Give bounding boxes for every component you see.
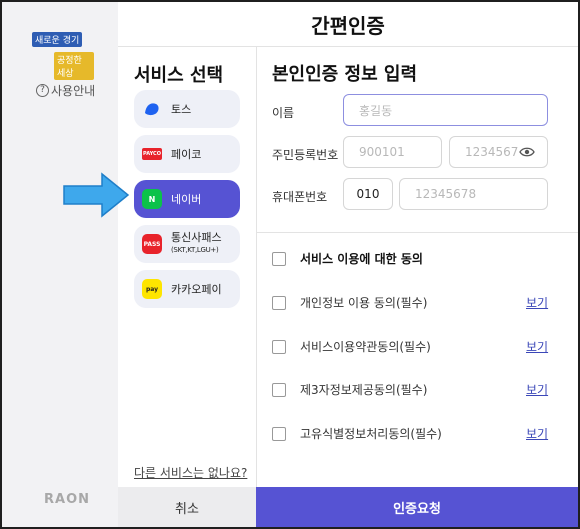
consent-view-link[interactable]: 보기: [526, 294, 548, 311]
service-heading: 서비스 선택: [134, 65, 224, 86]
consent-view-link[interactable]: 보기: [526, 425, 548, 442]
phone-input[interactable]: 12345678: [399, 178, 548, 210]
name-label: 이름: [272, 106, 295, 120]
service-label: 통신사패스: [171, 231, 222, 244]
info-heading: 본인인증 정보 입력: [272, 64, 418, 85]
consent-checkbox[interactable]: [272, 426, 286, 441]
logo-line-1: 새로운 경기: [32, 32, 83, 47]
consent-view-link[interactable]: 보기: [526, 338, 548, 355]
agree-all-checkbox[interactable]: [272, 251, 286, 266]
consent-item[interactable]: 서비스이용약관동의(필수): [272, 338, 431, 355]
service-column: 서비스 선택 토스 PAYCO 페이코 N 네이버 PASS 통신사패스 (SK…: [118, 46, 257, 487]
page-title: 간편인증: [118, 2, 578, 47]
service-label: 토스: [171, 103, 192, 116]
consent-item[interactable]: 개인정보 이용 동의(필수): [272, 294, 427, 311]
rrn-back-placeholder: 1234567: [465, 145, 519, 159]
consent-checkbox[interactable]: [272, 339, 286, 354]
auth-window: 새로운 경기 공정한 세상 ? 사용안내 RAON 간편인증 서비스 선택 토스…: [0, 0, 580, 529]
gyeonggi-logo: 새로운 경기 공정한 세상: [32, 32, 94, 80]
pointer-arrow-icon: [63, 172, 130, 218]
service-label: 페이코: [171, 148, 202, 161]
guide-link[interactable]: ? 사용안내: [36, 82, 95, 99]
service-label: 네이버: [171, 193, 202, 206]
consent-label: 서비스이용약관동의(필수): [300, 340, 431, 354]
payco-icon: PAYCO: [142, 148, 162, 160]
consent-checkbox[interactable]: [272, 295, 286, 310]
consent-label: 개인정보 이용 동의(필수): [300, 296, 428, 310]
left-sidebar: 새로운 경기 공정한 세상 ? 사용안내 RAON: [2, 2, 118, 527]
consent-label: 제3자정보제공동의(필수): [300, 383, 428, 397]
rrn-label: 주민등록번호: [272, 148, 339, 162]
consent-checkbox[interactable]: [272, 382, 286, 397]
service-kakaopay[interactable]: pay 카카오페이: [134, 270, 240, 308]
submit-button[interactable]: 인증요청: [256, 487, 578, 527]
consent-item[interactable]: 제3자정보제공동의(필수): [272, 381, 427, 398]
logo-line-2: 공정한 세상: [54, 52, 94, 80]
eye-icon[interactable]: [519, 145, 535, 159]
other-services-link[interactable]: 다른 서비스는 없나요?: [134, 464, 247, 481]
consent-view-link[interactable]: 보기: [526, 381, 548, 398]
rrn-back-input[interactable]: 1234567: [449, 136, 548, 168]
pass-icon: PASS: [142, 234, 162, 254]
toss-icon: [142, 99, 162, 119]
service-toss[interactable]: 토스: [134, 90, 240, 128]
carrier-select[interactable]: 010: [343, 178, 393, 210]
guide-label: 사용안내: [51, 84, 96, 98]
cancel-button[interactable]: 취소: [118, 487, 256, 527]
agree-all-row[interactable]: 서비스 이용에 대한 동의: [272, 250, 423, 267]
naver-icon: N: [142, 189, 162, 209]
section-divider: [256, 232, 578, 233]
rrn-front-input[interactable]: 900101: [343, 136, 442, 168]
service-naver[interactable]: N 네이버: [134, 180, 240, 218]
question-icon: ?: [36, 84, 49, 97]
consent-item[interactable]: 고유식별정보처리동의(필수): [272, 425, 442, 442]
service-pass[interactable]: PASS 통신사패스 (SKT,KT,LGU+): [134, 225, 240, 263]
service-label: 카카오페이: [171, 283, 222, 296]
kakaopay-icon: pay: [142, 279, 162, 299]
raon-logo: RAON: [44, 492, 91, 507]
consent-label: 고유식별정보처리동의(필수): [300, 427, 442, 441]
phone-label: 휴대폰번호: [272, 190, 328, 204]
name-input[interactable]: 홍길동: [343, 94, 548, 126]
agree-all-label: 서비스 이용에 대한 동의: [300, 252, 423, 266]
service-payco[interactable]: PAYCO 페이코: [134, 135, 240, 173]
service-sublabel: (SKT,KT,LGU+): [171, 246, 219, 254]
